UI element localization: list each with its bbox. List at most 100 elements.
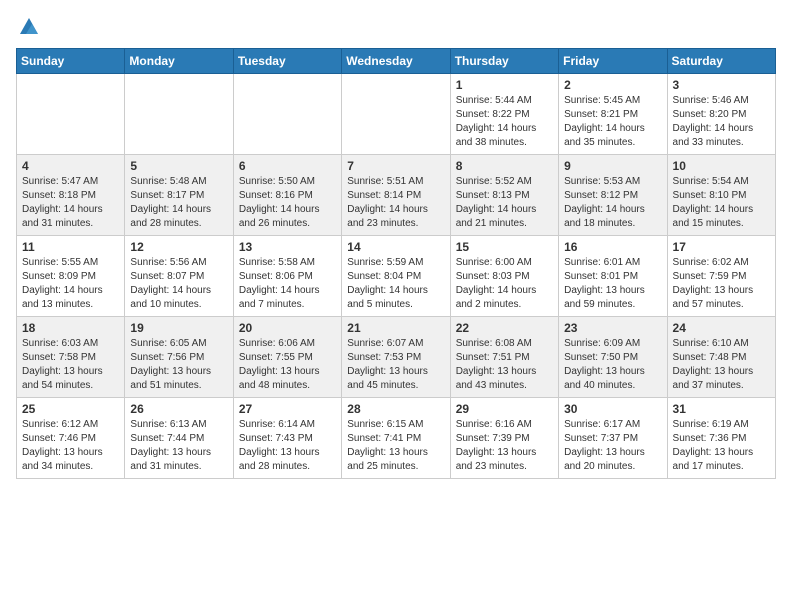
day-of-week-header: Saturday — [667, 49, 775, 74]
day-info: Sunrise: 6:00 AM Sunset: 8:03 PM Dayligh… — [456, 256, 553, 312]
day-info: Sunrise: 6:13 AM Sunset: 7:44 PM Dayligh… — [130, 418, 227, 474]
calendar-cell: 11 Sunrise: 5:55 AM Sunset: 8:09 PM Dayli… — [17, 236, 125, 317]
day-number: 23 — [564, 321, 661, 335]
calendar-cell: 7 Sunrise: 5:51 AM Sunset: 8:14 PM Daylig… — [342, 155, 450, 236]
day-info: Sunrise: 6:19 AM Sunset: 7:36 PM Dayligh… — [673, 418, 770, 474]
day-info: Sunrise: 6:07 AM Sunset: 7:53 PM Dayligh… — [347, 337, 444, 393]
day-info: Sunrise: 5:55 AM Sunset: 8:09 PM Dayligh… — [22, 256, 119, 312]
day-number: 14 — [347, 240, 444, 254]
page-header — [16, 16, 776, 38]
day-info: Sunrise: 5:53 AM Sunset: 8:12 PM Dayligh… — [564, 175, 661, 231]
day-number: 10 — [673, 159, 770, 173]
calendar-week-row: 1Sunrise: 5:44 AM Sunset: 8:22 PM Daylig… — [17, 74, 776, 155]
calendar-cell: 8 Sunrise: 5:52 AM Sunset: 8:13 PM Daylig… — [450, 155, 558, 236]
day-number: 28 — [347, 402, 444, 416]
day-info: Sunrise: 5:47 AM Sunset: 8:18 PM Dayligh… — [22, 175, 119, 231]
calendar-week-row: 11 Sunrise: 5:55 AM Sunset: 8:09 PM Dayli… — [17, 236, 776, 317]
day-number: 18 — [22, 321, 119, 335]
day-number: 15 — [456, 240, 553, 254]
calendar-cell: 25 Sunrise: 6:12 AM Sunset: 7:46 PM Dayli… — [17, 398, 125, 479]
logo-icon — [18, 16, 40, 38]
day-number: 21 — [347, 321, 444, 335]
day-info: Sunrise: 6:17 AM Sunset: 7:37 PM Dayligh… — [564, 418, 661, 474]
calendar-week-row: 18Sunrise: 6:03 AM Sunset: 7:58 PM Dayli… — [17, 317, 776, 398]
calendar-cell — [342, 74, 450, 155]
calendar-cell: 13 Sunrise: 5:58 AM Sunset: 8:06 PM Dayli… — [233, 236, 341, 317]
day-info: Sunrise: 5:51 AM Sunset: 8:14 PM Dayligh… — [347, 175, 444, 231]
calendar-cell: 16 Sunrise: 6:01 AM Sunset: 8:01 PM Dayli… — [559, 236, 667, 317]
calendar-cell: 30Sunrise: 6:17 AM Sunset: 7:37 PM Dayli… — [559, 398, 667, 479]
calendar-week-row: 25 Sunrise: 6:12 AM Sunset: 7:46 PM Dayli… — [17, 398, 776, 479]
calendar-cell: 12 Sunrise: 5:56 AM Sunset: 8:07 PM Dayli… — [125, 236, 233, 317]
day-info: Sunrise: 5:54 AM Sunset: 8:10 PM Dayligh… — [673, 175, 770, 231]
day-of-week-header: Thursday — [450, 49, 558, 74]
day-info: Sunrise: 6:01 AM Sunset: 8:01 PM Dayligh… — [564, 256, 661, 312]
day-number: 1 — [456, 78, 553, 92]
day-number: 22 — [456, 321, 553, 335]
calendar-cell: 29Sunrise: 6:16 AM Sunset: 7:39 PM Dayli… — [450, 398, 558, 479]
day-number: 11 — [22, 240, 119, 254]
day-info: Sunrise: 5:50 AM Sunset: 8:16 PM Dayligh… — [239, 175, 336, 231]
calendar-cell: 17 Sunrise: 6:02 AM Sunset: 7:59 PM Dayli… — [667, 236, 775, 317]
day-info: Sunrise: 6:12 AM Sunset: 7:46 PM Dayligh… — [22, 418, 119, 474]
calendar-cell: 26 Sunrise: 6:13 AM Sunset: 7:44 PM Dayli… — [125, 398, 233, 479]
day-number: 13 — [239, 240, 336, 254]
day-info: Sunrise: 5:46 AM Sunset: 8:20 PM Dayligh… — [673, 94, 770, 150]
day-info: Sunrise: 6:14 AM Sunset: 7:43 PM Dayligh… — [239, 418, 336, 474]
day-number: 8 — [456, 159, 553, 173]
day-number: 4 — [22, 159, 119, 173]
day-info: Sunrise: 5:52 AM Sunset: 8:13 PM Dayligh… — [456, 175, 553, 231]
calendar-cell: 5 Sunrise: 5:48 AM Sunset: 8:17 PM Daylig… — [125, 155, 233, 236]
day-number: 12 — [130, 240, 227, 254]
calendar-cell: 24 Sunrise: 6:10 AM Sunset: 7:48 PM Dayli… — [667, 317, 775, 398]
day-number: 24 — [673, 321, 770, 335]
day-info: Sunrise: 6:06 AM Sunset: 7:55 PM Dayligh… — [239, 337, 336, 393]
calendar-cell: 14 Sunrise: 5:59 AM Sunset: 8:04 PM Dayli… — [342, 236, 450, 317]
day-number: 5 — [130, 159, 227, 173]
day-number: 31 — [673, 402, 770, 416]
calendar-cell: 15 Sunrise: 6:00 AM Sunset: 8:03 PM Dayli… — [450, 236, 558, 317]
day-info: Sunrise: 5:56 AM Sunset: 8:07 PM Dayligh… — [130, 256, 227, 312]
day-info: Sunrise: 6:02 AM Sunset: 7:59 PM Dayligh… — [673, 256, 770, 312]
day-info: Sunrise: 6:09 AM Sunset: 7:50 PM Dayligh… — [564, 337, 661, 393]
calendar-cell: 20 Sunrise: 6:06 AM Sunset: 7:55 PM Dayli… — [233, 317, 341, 398]
calendar-cell: 3 Sunrise: 5:46 AM Sunset: 8:20 PM Daylig… — [667, 74, 775, 155]
calendar-cell: 1Sunrise: 5:44 AM Sunset: 8:22 PM Daylig… — [450, 74, 558, 155]
day-number: 25 — [22, 402, 119, 416]
day-number: 3 — [673, 78, 770, 92]
day-info: Sunrise: 6:15 AM Sunset: 7:41 PM Dayligh… — [347, 418, 444, 474]
calendar-cell — [233, 74, 341, 155]
calendar-cell: 21 Sunrise: 6:07 AM Sunset: 7:53 PM Dayli… — [342, 317, 450, 398]
day-number: 19 — [130, 321, 227, 335]
day-number: 20 — [239, 321, 336, 335]
calendar-cell: 9 Sunrise: 5:53 AM Sunset: 8:12 PM Daylig… — [559, 155, 667, 236]
day-info: Sunrise: 5:58 AM Sunset: 8:06 PM Dayligh… — [239, 256, 336, 312]
calendar-cell: 23 Sunrise: 6:09 AM Sunset: 7:50 PM Dayli… — [559, 317, 667, 398]
day-info: Sunrise: 5:48 AM Sunset: 8:17 PM Dayligh… — [130, 175, 227, 231]
calendar-cell: 6Sunrise: 5:50 AM Sunset: 8:16 PM Daylig… — [233, 155, 341, 236]
calendar-header-row: SundayMondayTuesdayWednesdayThursdayFrid… — [17, 49, 776, 74]
calendar-cell: 22 Sunrise: 6:08 AM Sunset: 7:51 PM Dayli… — [450, 317, 558, 398]
day-of-week-header: Friday — [559, 49, 667, 74]
day-info: Sunrise: 5:59 AM Sunset: 8:04 PM Dayligh… — [347, 256, 444, 312]
logo — [16, 16, 42, 38]
calendar-cell — [125, 74, 233, 155]
day-number: 7 — [347, 159, 444, 173]
calendar-cell: 28 Sunrise: 6:15 AM Sunset: 7:41 PM Dayli… — [342, 398, 450, 479]
calendar-cell: 27 Sunrise: 6:14 AM Sunset: 7:43 PM Dayli… — [233, 398, 341, 479]
day-info: Sunrise: 6:05 AM Sunset: 7:56 PM Dayligh… — [130, 337, 227, 393]
day-number: 16 — [564, 240, 661, 254]
day-number: 9 — [564, 159, 661, 173]
day-info: Sunrise: 6:08 AM Sunset: 7:51 PM Dayligh… — [456, 337, 553, 393]
day-number: 2 — [564, 78, 661, 92]
day-number: 17 — [673, 240, 770, 254]
day-of-week-header: Sunday — [17, 49, 125, 74]
day-number: 26 — [130, 402, 227, 416]
calendar-week-row: 4 Sunrise: 5:47 AM Sunset: 8:18 PM Daylig… — [17, 155, 776, 236]
day-of-week-header: Monday — [125, 49, 233, 74]
calendar-cell: 4 Sunrise: 5:47 AM Sunset: 8:18 PM Daylig… — [17, 155, 125, 236]
calendar-cell: 10 Sunrise: 5:54 AM Sunset: 8:10 PM Dayli… — [667, 155, 775, 236]
day-info: Sunrise: 6:10 AM Sunset: 7:48 PM Dayligh… — [673, 337, 770, 393]
day-number: 27 — [239, 402, 336, 416]
day-of-week-header: Wednesday — [342, 49, 450, 74]
